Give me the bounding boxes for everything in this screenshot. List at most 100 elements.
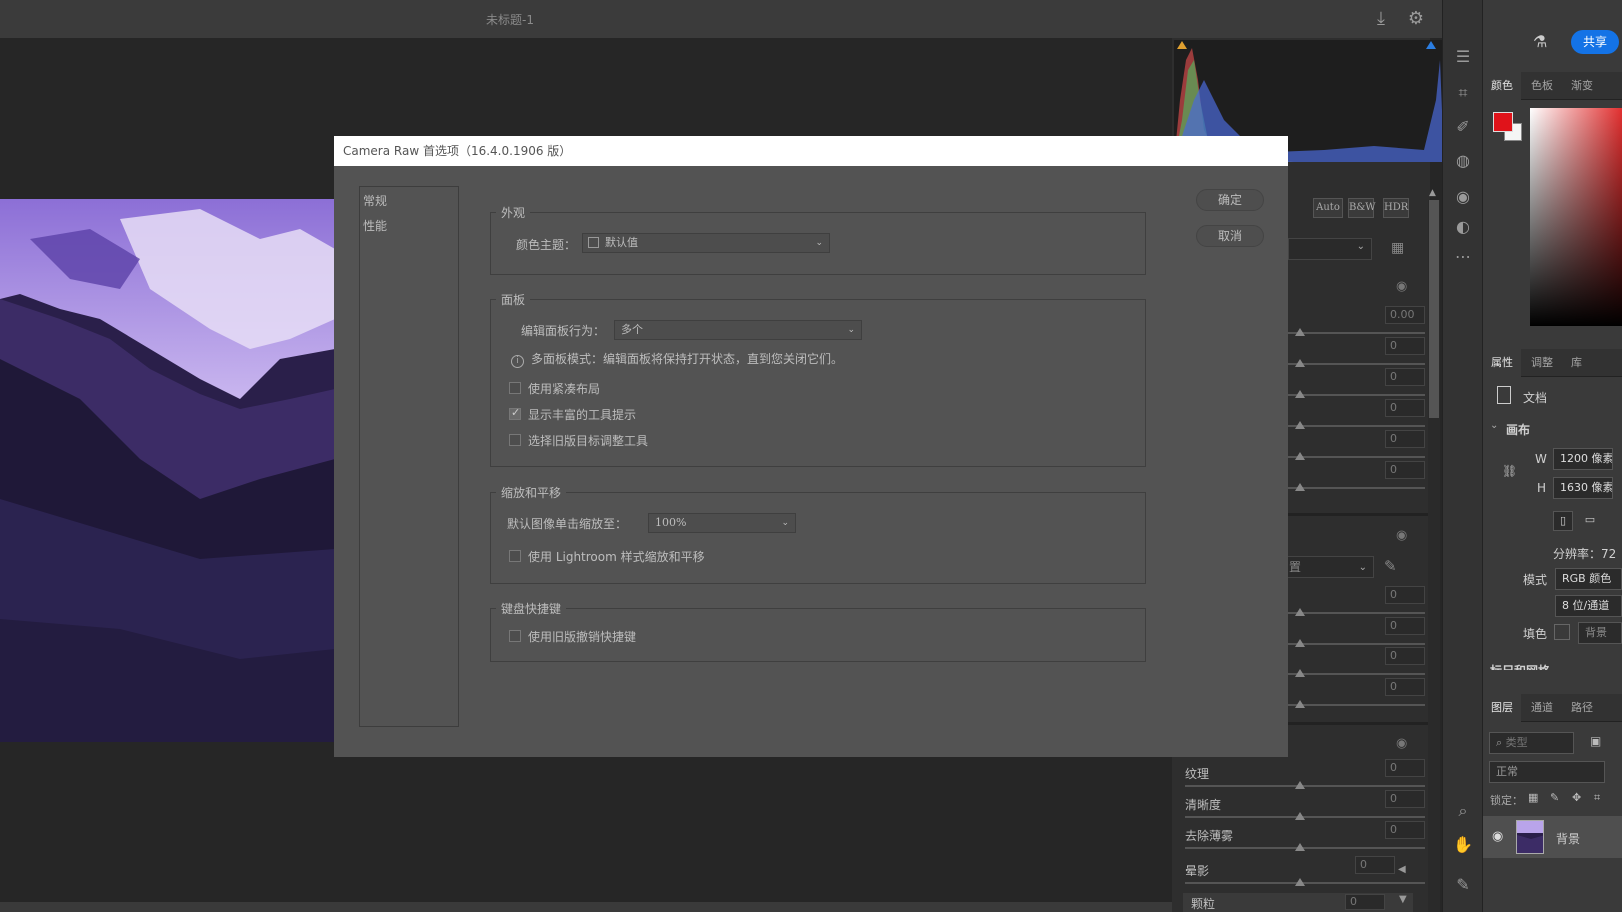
mask-icon[interactable]: ◍ [1452, 150, 1474, 172]
link-icon[interactable]: ⛓ [1502, 464, 1517, 478]
theme-label: 颜色主题： [516, 238, 577, 252]
tab-paths[interactable]: 路径 [1563, 694, 1601, 722]
hdr-button[interactable]: HDR [1383, 198, 1409, 218]
auto-button[interactable]: Auto [1313, 198, 1343, 218]
filter-image-icon[interactable]: ▣ [1590, 734, 1601, 748]
mode-label: 模式 [1523, 573, 1548, 587]
visibility-eye-icon[interactable]: ◉ [1396, 529, 1412, 542]
lightroom-zoom-label: 使用 Lightroom 样式缩放和平移 [528, 550, 705, 564]
tab-gradients[interactable]: 渐变 [1563, 72, 1601, 100]
theme-select[interactable]: 默认值 ⌄ [582, 233, 830, 253]
edit-behavior-select[interactable]: 多个 ⌄ [614, 320, 862, 340]
gear-icon[interactable]: ⚙ [1405, 8, 1427, 30]
ok-button[interactable]: 确定 [1196, 189, 1264, 211]
share-button[interactable]: 共享 [1571, 30, 1619, 54]
edit-panel-scrollbar-thumb[interactable] [1429, 200, 1439, 418]
red-eye-icon[interactable]: ◉ [1452, 186, 1474, 208]
lock-move-icon[interactable]: ✥ [1572, 791, 1581, 804]
presets-icon[interactable]: ◐ [1452, 216, 1474, 238]
shadow-clipping-warning[interactable] [1177, 41, 1187, 49]
grain-expand-icon[interactable]: ▼ [1399, 894, 1407, 905]
properties-panel-tabs: 属性 调整 库 [1483, 349, 1622, 377]
vignette-expand-icon[interactable]: ◀ [1398, 864, 1406, 875]
tab-channels[interactable]: 通道 [1523, 694, 1561, 722]
crop-icon[interactable]: ⌗ [1452, 82, 1474, 104]
more-icon[interactable]: ⋯ [1452, 246, 1474, 268]
width-field[interactable]: 1200 像素 [1553, 448, 1613, 470]
resolution-text: 分辨率：72 [1553, 547, 1617, 561]
white-balance-select[interactable]: 置 ⌄ [1282, 556, 1374, 578]
portrait-icon[interactable]: ▯ [1553, 511, 1573, 531]
color-picker-field[interactable] [1530, 108, 1622, 326]
zoom-pan-title: 缩放和平移 [496, 484, 567, 501]
layer-name: 背景 [1556, 832, 1581, 846]
lock-paint-icon[interactable]: ✎ [1550, 791, 1559, 804]
lock-label: 锁定： [1490, 794, 1523, 807]
appearance-title: 外观 [496, 204, 531, 221]
scroll-up-icon[interactable]: ▲ [1429, 188, 1436, 198]
visibility-eye-icon[interactable]: ◉ [1396, 280, 1412, 293]
canvas-horizontal-scrollbar[interactable] [0, 902, 1172, 912]
cr-top-bar [0, 0, 1482, 38]
landscape-icon[interactable]: ▭ [1580, 511, 1600, 531]
lightroom-zoom-checkbox[interactable] [509, 550, 521, 562]
zoom-pan-group [490, 492, 1146, 584]
preferences-nav [359, 186, 459, 727]
hand-icon[interactable]: ✋ [1452, 834, 1474, 856]
lock-transparent-icon[interactable]: ▦ [1528, 791, 1538, 804]
legacy-tat-label: 选择旧版目标调整工具 [528, 434, 649, 448]
tab-color[interactable]: 颜色 [1483, 72, 1521, 100]
profile-browser-icon[interactable]: ▦ [1391, 240, 1409, 256]
dialog-title: Camera Raw 首选项（16.4.0.1906 版） [334, 136, 1288, 166]
healing-icon[interactable]: ✐ [1452, 116, 1474, 138]
profile-select[interactable]: ⌄ [1288, 238, 1372, 260]
blend-mode-select[interactable]: 正常 [1489, 761, 1605, 783]
lock-artboard-icon[interactable]: ⌗ [1594, 791, 1600, 805]
fill-select[interactable]: 背景 [1578, 622, 1622, 644]
cancel-button[interactable]: 取消 [1196, 225, 1264, 247]
labs-flask-icon[interactable]: ⚗ [1533, 32, 1547, 51]
fill-swatch[interactable] [1554, 624, 1570, 640]
dehaze-slider[interactable]: 去除薄雾 0 [1185, 821, 1425, 857]
color-sampler-icon[interactable]: ✎ [1452, 874, 1474, 896]
legacy-undo-checkbox[interactable] [509, 630, 521, 642]
bw-button[interactable]: B&W [1348, 198, 1376, 218]
default-zoom-select[interactable]: 100% ⌄ [648, 513, 796, 533]
nav-general[interactable]: 常规 [363, 192, 387, 209]
tab-layers[interactable]: 图层 [1483, 694, 1521, 722]
tab-properties[interactable]: 属性 [1483, 349, 1521, 377]
chevron-down-icon: ⌄ [815, 238, 823, 248]
compact-layout-label: 使用紧凑布局 [528, 382, 601, 396]
panels-title: 面板 [496, 291, 531, 308]
color-mode-select[interactable]: RGB 颜色 [1555, 568, 1622, 590]
height-field[interactable]: 1630 像素 [1553, 477, 1613, 499]
info-icon: i [511, 355, 524, 368]
layer-filter-input[interactable]: ⌕ 类型 [1489, 732, 1574, 754]
save-icon[interactable]: ⤓ [1370, 8, 1392, 30]
rich-tooltips-checkbox[interactable] [509, 406, 521, 420]
tab-swatches[interactable]: 色板 [1523, 72, 1561, 100]
tab-libraries[interactable]: 库 [1563, 349, 1590, 377]
legacy-tat-checkbox[interactable] [509, 434, 521, 446]
eyedropper-icon[interactable]: ✎ [1384, 557, 1404, 577]
bit-depth-select[interactable]: 8 位/通道 [1555, 595, 1622, 617]
zoom-icon[interactable]: ⌕ [1452, 800, 1474, 822]
chevron-down-icon[interactable]: ⌄ [1490, 420, 1498, 431]
layers-panel-tabs: 图层 通道 路径 [1483, 694, 1622, 722]
highlight-clipping-warning[interactable] [1426, 41, 1436, 49]
foreground-color-swatch[interactable] [1493, 112, 1513, 132]
nav-performance[interactable]: 性能 [363, 217, 387, 234]
photo-preview [0, 199, 335, 742]
rulers-grids-section[interactable]: 标尺和网格 [1483, 650, 1622, 670]
edit-sliders-icon[interactable]: ☰ [1452, 46, 1474, 68]
compact-layout-checkbox[interactable] [509, 382, 521, 394]
visibility-eye-icon[interactable]: ◉ [1396, 737, 1412, 750]
camera-raw-toolbar: ☰ ⌗ ✐ ◍ ◉ ◐ ⋯ ⌕ ✋ ✎ [1442, 0, 1482, 912]
color-panel-tabs: 颜色 色板 渐变 [1483, 72, 1622, 100]
layer-row[interactable] [1483, 816, 1622, 858]
layer-visibility-eye-icon[interactable]: ◉ [1492, 829, 1503, 844]
vignette-slider[interactable]: 晕影 0 [1185, 856, 1425, 892]
tab-adjustments[interactable]: 调整 [1523, 349, 1561, 377]
multi-panel-info: 多面板模式：编辑面板将保持打开状态，直到您关闭它们。 [531, 352, 844, 366]
grain-row[interactable]: 颗粒 0 ▼ [1183, 893, 1413, 912]
